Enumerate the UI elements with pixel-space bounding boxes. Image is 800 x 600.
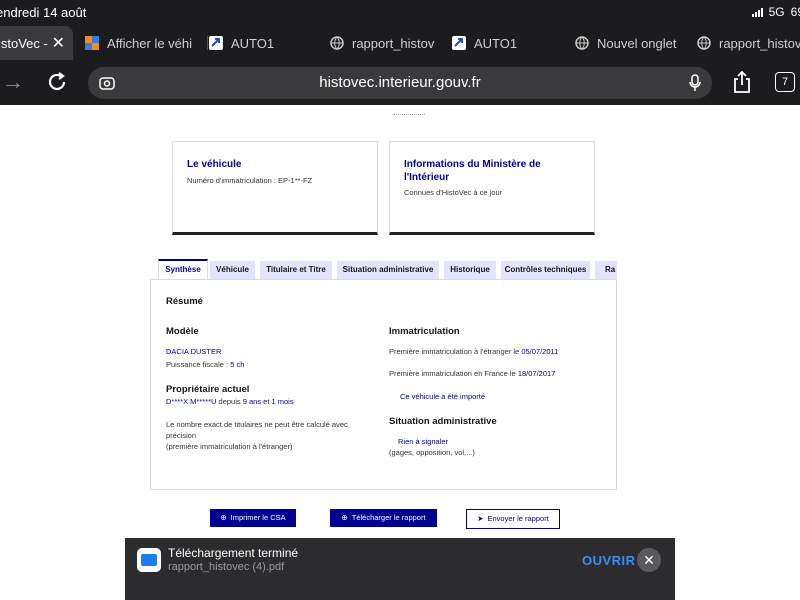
share-icon[interactable]	[732, 70, 752, 99]
download-report-button[interactable]: ⊕ Télécharger le rapport	[330, 509, 437, 527]
tab-label: AUTO1	[231, 35, 275, 51]
owner-since-label: depuis	[218, 397, 241, 406]
network-label: 5G	[768, 5, 785, 19]
model-name: DACIA DUSTER	[166, 347, 222, 356]
tab-historique[interactable]: Historique	[444, 261, 496, 279]
owner-line: D****X M*****U depuis 9 ans et 1 mois	[166, 396, 294, 407]
owner-note-line: précision	[166, 431, 197, 440]
reload-icon[interactable]	[46, 71, 68, 97]
browser-tab-rapport[interactable]: rapport_histov	[330, 26, 445, 60]
tab-label: rapport_histov	[352, 35, 435, 51]
browser-tab-afficher[interactable]: Afficher le véhi	[85, 26, 195, 60]
tab-label: rapport_histov	[719, 35, 800, 51]
tab-strip: istoVec - ✕ Afficher le véhi AUTO1 rappo…	[0, 26, 800, 60]
tab-label: istoVec -	[0, 35, 48, 51]
status-date: endredi 14 août	[0, 5, 87, 20]
battery-level: 69	[790, 5, 800, 19]
tab-synthese[interactable]: Synthèse	[158, 259, 208, 279]
owner-note-line: Le nombre exact de titulaires ne peut êt…	[166, 420, 348, 429]
situation-status: Rien à signaler	[398, 437, 449, 446]
browser-tab-nouvel-onglet[interactable]: Nouvel onglet	[575, 26, 685, 60]
tab-label: Nouvel onglet	[597, 35, 677, 51]
card-title: Le véhicule	[187, 159, 242, 170]
proprietaire-heading: Propriétaire actuel	[166, 384, 250, 395]
browser-tab-rapport-2[interactable]: rapport_histov	[697, 26, 800, 60]
tab-vehicule[interactable]: Véhicule	[210, 261, 255, 279]
print-csa-button[interactable]: ⊕ Imprimer le CSA	[210, 509, 296, 527]
tab-titulaire[interactable]: Titulaire et Titre	[260, 261, 332, 279]
status-indicators: 5G 69	[751, 5, 800, 19]
card-title-line: l'Intérieur	[404, 172, 450, 183]
tab-label: Afficher le véhi	[107, 35, 193, 51]
send-report-button[interactable]: ➤ Envoyer le rapport	[466, 509, 560, 529]
download-label: Télécharger le rapport	[351, 513, 426, 522]
card-text: Numéro d'immatriculation : EP-1**-FZ	[187, 176, 313, 185]
download-complete-banner: Téléchargement terminé rapport_histovec …	[125, 538, 675, 600]
files-app-icon	[137, 548, 161, 572]
first-registration-france: Première immatriculation en France le 18…	[389, 368, 555, 379]
owner-since-value: 9 ans et 1 mois	[242, 397, 294, 406]
close-tab-icon[interactable]: ✕	[52, 33, 65, 53]
situation-heading: Situation administrative	[389, 416, 497, 427]
microphone-icon[interactable]	[688, 74, 702, 97]
fiscal-power-label: Puissance fiscale :	[166, 360, 231, 369]
card-title-line: Informations du Ministère de	[404, 159, 541, 170]
situation-detail: (gages, opposition, vol,...)	[389, 448, 475, 457]
card-text: Connues d'HistoVec à ce jour	[404, 188, 503, 197]
globe-icon	[575, 36, 589, 50]
blue-arrow-icon	[452, 36, 466, 50]
tab-rapport[interactable]: Ra	[595, 261, 617, 279]
send-label: Envoyer le rapport	[487, 514, 549, 523]
browser-tab-histovec[interactable]: istoVec - ✕	[0, 26, 73, 60]
fiscal-power-value: 5 ch	[230, 360, 245, 369]
send-arrow-icon: ➤	[477, 514, 484, 523]
owner-name: D****X M*****U	[166, 397, 217, 406]
open-download-button[interactable]: OUVRIR	[582, 553, 636, 568]
card-vehicule[interactable]: Le véhicule Numéro d'immatriculation : E…	[172, 141, 378, 235]
close-banner-icon[interactable]: ✕	[637, 548, 661, 572]
signal-icon	[751, 7, 763, 17]
first-france-label: Première immatriculation en France le	[389, 369, 516, 378]
card-ministere[interactable]: Informations du Ministère de l'Intérieur…	[389, 141, 595, 235]
forward-arrow-icon[interactable]: →	[2, 71, 24, 93]
card-title: Informations du Ministère de l'Intérieur	[404, 158, 541, 184]
tab-switcher-button[interactable]: 7	[775, 72, 795, 92]
summary-panel: Résumé Modèle DACIA DUSTER Puissance fis…	[150, 279, 617, 490]
imported-notice: Ce véhicule a été importé	[400, 392, 486, 401]
modele-heading: Modèle	[166, 326, 199, 337]
first-abroad-label: Première immatriculation à l'étranger le	[389, 347, 520, 356]
globe-icon	[697, 36, 711, 50]
browser-chrome: endredi 14 août 5G 69 istoVec - ✕ Affich…	[0, 0, 800, 105]
first-registration-abroad: Première immatriculation à l'étranger le…	[389, 346, 558, 357]
first-france-date: 18/07/2017	[517, 369, 556, 378]
tab-label: AUTO1	[474, 35, 518, 51]
download-filename: rapport_histovec (4).pdf	[168, 561, 285, 573]
browser-tab-auto1-2[interactable]: AUTO1	[452, 26, 562, 60]
owner-note-line: (première immatriculation à l'étranger)	[166, 442, 293, 451]
first-abroad-date: 05/07/2011	[521, 347, 559, 356]
print-icon: ⊕	[220, 513, 227, 522]
fiscal-power: Puissance fiscale : 5 ch	[166, 359, 244, 370]
globe-icon	[330, 36, 344, 50]
print-label: Imprimer le CSA	[230, 513, 286, 522]
tab-situation-administrative[interactable]: Situation administrative	[337, 261, 439, 279]
colored-squares-icon	[85, 36, 99, 50]
url-text: histovec.interieur.gouv.fr	[319, 74, 481, 91]
owner-note: Le nombre exact de titulaires ne peut êt…	[166, 419, 348, 452]
address-bar[interactable]: histovec.interieur.gouv.fr	[88, 67, 712, 99]
tab-controles-techniques[interactable]: Contrôles techniques	[501, 261, 590, 279]
blue-arrow-icon	[209, 36, 223, 50]
page-top-fragment	[393, 114, 425, 117]
download-icon: ⊕	[341, 513, 348, 522]
tab-separator	[207, 36, 208, 50]
summary-title: Résumé	[166, 296, 203, 307]
immatriculation-heading: Immatriculation	[389, 326, 460, 337]
download-title: Téléchargement terminé	[168, 546, 299, 560]
browser-tab-auto1[interactable]: AUTO1	[207, 26, 317, 60]
status-bar: endredi 14 août 5G 69	[0, 0, 800, 26]
browser-toolbar: → histovec.interieur.gouv.fr 7	[0, 62, 800, 104]
